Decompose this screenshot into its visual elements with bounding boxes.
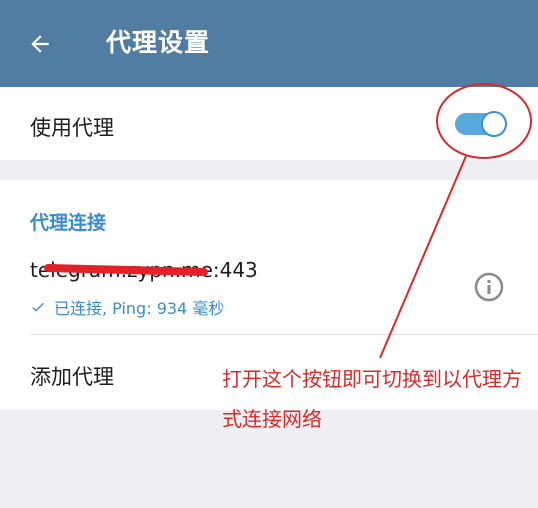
annotation-text: 打开这个按钮即可切换到以代理方式连接网络 — [222, 367, 522, 431]
